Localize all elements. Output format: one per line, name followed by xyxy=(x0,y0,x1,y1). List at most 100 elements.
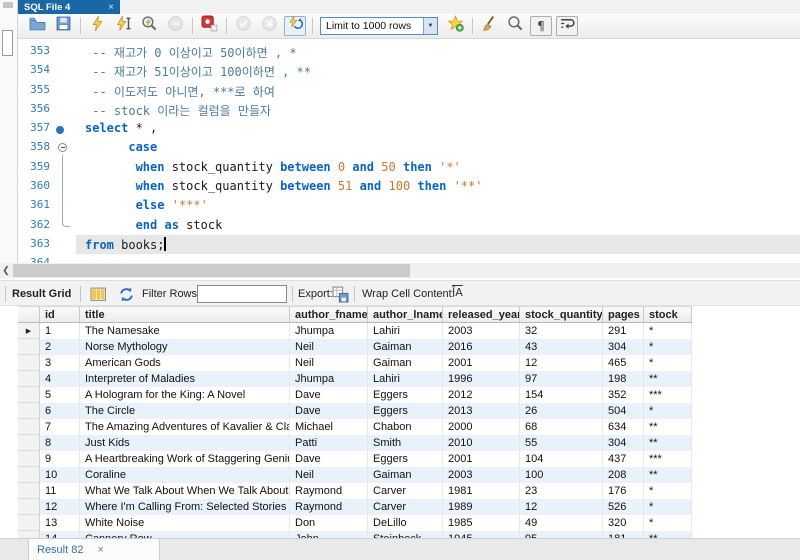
editor-line-356[interactable]: 356 -- stock 이라는 컬럼을 만들자 xyxy=(18,100,800,119)
cell-title[interactable]: A Hologram for the King: A Novel xyxy=(80,387,290,403)
cell-title[interactable]: American Gods xyxy=(80,355,290,371)
cell-author_lname[interactable]: Lahiri xyxy=(368,371,443,387)
cell-title[interactable]: The Amazing Adventures of Kavalier & Cla… xyxy=(80,419,290,435)
column-header-id[interactable]: id xyxy=(40,306,80,323)
cell-id[interactable]: 14 xyxy=(40,531,80,538)
cell-id[interactable]: 13 xyxy=(40,515,80,531)
cell-author_fname[interactable]: Patti xyxy=(290,435,368,451)
wrap-text-button[interactable] xyxy=(556,16,578,36)
export-icon[interactable] xyxy=(332,286,349,306)
row-selector[interactable] xyxy=(18,387,40,403)
cell-title[interactable]: Coraline xyxy=(80,467,290,483)
table-row[interactable]: 5A Hologram for the King: A Novel Dave Egg… xyxy=(18,387,693,403)
cell-title[interactable]: Interpreter of Maladies xyxy=(80,371,290,387)
cell-stock[interactable]: * xyxy=(644,515,692,531)
cell-released_year[interactable]: 2000 xyxy=(443,419,520,435)
execute-script-button[interactable] xyxy=(86,15,108,36)
editor-line-363[interactable]: 363 from books; xyxy=(18,234,800,255)
row-selector-header[interactable] xyxy=(18,306,40,323)
cell-pages[interactable]: 291 xyxy=(603,323,644,339)
tab-sql-file[interactable]: SQL File 4 × xyxy=(18,0,120,14)
editor-line-364[interactable]: 364 xyxy=(18,254,800,263)
cell-pages[interactable]: 634 xyxy=(603,419,644,435)
table-row[interactable]: 13 White Noise Don DeLillo 1985 49 320 * xyxy=(18,515,693,531)
stop-button[interactable] xyxy=(164,16,186,36)
cell-stock[interactable]: *** xyxy=(644,451,692,467)
row-selector[interactable] xyxy=(18,339,40,355)
find-button[interactable] xyxy=(504,16,526,36)
autocommit-button[interactable] xyxy=(284,15,306,36)
cell-author_lname[interactable]: Eggers xyxy=(368,387,443,403)
cell-released_year[interactable]: 1989 xyxy=(443,499,520,515)
cell-pages[interactable]: 304 xyxy=(603,435,644,451)
cell-stock_quantity[interactable]: 23 xyxy=(520,483,603,499)
cell-author_lname[interactable]: Carver xyxy=(368,483,443,499)
cell-pages[interactable]: 176 xyxy=(603,483,644,499)
cell-pages[interactable]: 526 xyxy=(603,499,644,515)
cell-stock_quantity[interactable]: 43 xyxy=(520,339,603,355)
refresh-icon[interactable] xyxy=(118,286,135,306)
cell-title[interactable]: A Heartbreaking Work of Staggering Geniu… xyxy=(80,451,290,467)
cell-stock[interactable]: ** xyxy=(644,371,692,387)
cell-author_lname[interactable]: Lahiri xyxy=(368,323,443,339)
cell-id[interactable]: 8 xyxy=(40,435,80,451)
cell-title[interactable]: Where I'm Calling From: Selected Stories xyxy=(80,499,290,515)
row-selector[interactable] xyxy=(18,403,40,419)
cell-stock_quantity[interactable]: 104 xyxy=(520,451,603,467)
cell-author_fname[interactable]: Michael xyxy=(290,419,368,435)
cell-author_lname[interactable]: Gaiman xyxy=(368,355,443,371)
row-selector[interactable] xyxy=(18,355,40,371)
cell-author_lname[interactable]: Eggers xyxy=(368,451,443,467)
result-grid[interactable]: id title author_fname author_lname released_… xyxy=(18,306,693,538)
cell-stock_quantity[interactable]: 55 xyxy=(520,435,603,451)
close-result-tab-icon[interactable]: × xyxy=(97,544,103,556)
table-row[interactable]: 10 Coraline Neil Gaiman 2003 100 208 ** xyxy=(18,467,693,483)
cell-author_fname[interactable]: Jhumpa xyxy=(290,371,368,387)
editor-line-361[interactable]: 361 else '***' xyxy=(18,196,800,215)
cell-author_fname[interactable]: Neil xyxy=(290,339,368,355)
cell-stock_quantity[interactable]: 26 xyxy=(520,403,603,419)
column-header-stock_quantity[interactable]: stock_quantity xyxy=(520,306,603,323)
chevron-down-icon[interactable]: ▼ xyxy=(423,18,437,34)
cell-released_year[interactable]: 2010 xyxy=(443,435,520,451)
cell-stock_quantity[interactable]: 49 xyxy=(520,515,603,531)
cell-author_fname[interactable]: Jhumpa xyxy=(290,323,368,339)
cell-stock[interactable]: *** xyxy=(644,387,692,403)
cell-stock[interactable]: ** xyxy=(644,467,692,483)
cell-stock[interactable]: ** xyxy=(644,531,692,538)
cell-title[interactable]: The Namesake xyxy=(80,323,290,339)
cell-pages[interactable]: 304 xyxy=(603,339,644,355)
sql-editor[interactable]: 353 -- 재고가 0 이상이고 50이하면 , * 354 -- 재고가 51… xyxy=(18,39,800,263)
collapsed-panel-icon[interactable] xyxy=(2,30,13,56)
cell-author_fname[interactable]: Neil xyxy=(290,355,368,371)
cell-released_year[interactable]: 1985 xyxy=(443,515,520,531)
close-tab-icon[interactable]: × xyxy=(108,2,114,13)
cell-stock_quantity[interactable]: 95 xyxy=(520,531,603,538)
cell-author_lname[interactable]: Carver xyxy=(368,499,443,515)
cell-title[interactable]: Cannery Row xyxy=(80,531,290,538)
cell-id[interactable]: 1 xyxy=(40,323,80,339)
cell-id[interactable]: 3 xyxy=(40,355,80,371)
fold-collapse-icon[interactable] xyxy=(58,143,67,153)
cell-author_lname[interactable]: Steinbeck xyxy=(368,531,443,538)
row-selector[interactable] xyxy=(18,435,40,451)
table-row[interactable]: 8 Just Kids Patti Smith 2010 55 304 ** xyxy=(18,435,693,451)
cell-released_year[interactable]: 2003 xyxy=(443,323,520,339)
stop-on-error-button[interactable] xyxy=(198,15,220,36)
cell-released_year[interactable]: 1945 xyxy=(443,531,520,538)
editor-hscrollbar[interactable]: ❮ xyxy=(0,263,800,278)
cell-released_year[interactable]: 2003 xyxy=(443,467,520,483)
row-selector[interactable] xyxy=(18,451,40,467)
column-header-pages[interactable]: pages xyxy=(603,306,644,323)
cell-stock[interactable]: * xyxy=(644,355,692,371)
editor-line-360[interactable]: 360 when stock_quantity between 51 and 1… xyxy=(18,177,800,196)
row-selector[interactable] xyxy=(18,483,40,499)
cell-stock[interactable]: * xyxy=(644,483,692,499)
column-header-title[interactable]: title xyxy=(80,306,290,323)
editor-line-362[interactable]: 362 end as stock xyxy=(18,216,800,235)
table-row[interactable]: 11 What We Talk About When We Talk About … xyxy=(18,483,693,499)
cell-id[interactable]: 5 xyxy=(40,387,80,403)
cell-released_year[interactable]: 2012 xyxy=(443,387,520,403)
editor-line-355[interactable]: 355 -- 이도저도 아니면, ***로 하여 xyxy=(18,81,800,100)
editor-line-358[interactable]: 358 case xyxy=(18,138,800,157)
